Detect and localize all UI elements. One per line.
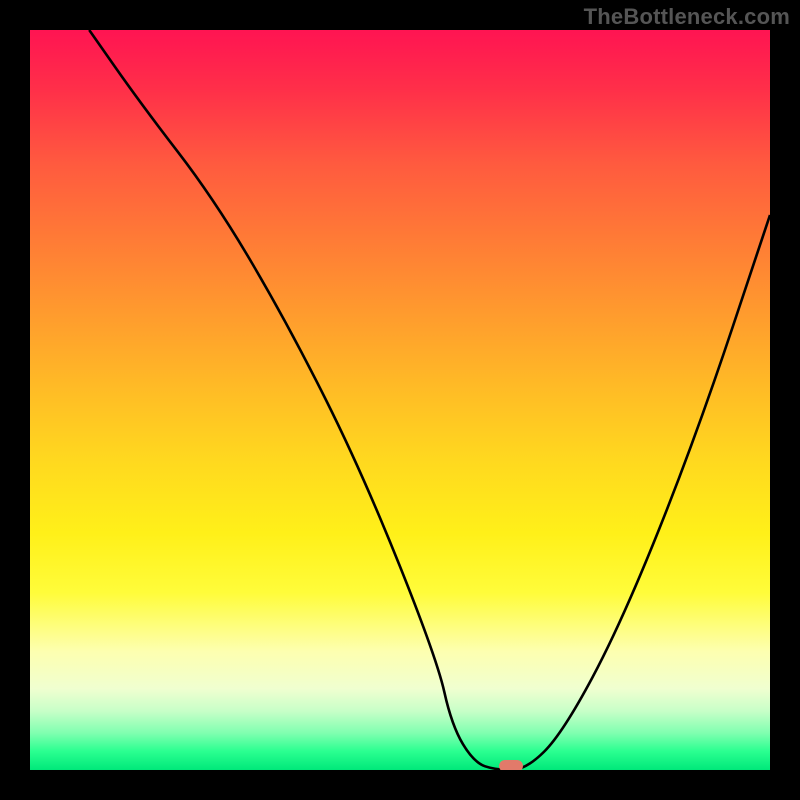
chart-frame: TheBottleneck.com	[0, 0, 800, 800]
minimum-marker	[499, 760, 523, 770]
curve-path	[89, 30, 770, 770]
watermark-text: TheBottleneck.com	[584, 4, 790, 30]
plot-area	[30, 30, 770, 770]
curve-svg	[30, 30, 770, 770]
